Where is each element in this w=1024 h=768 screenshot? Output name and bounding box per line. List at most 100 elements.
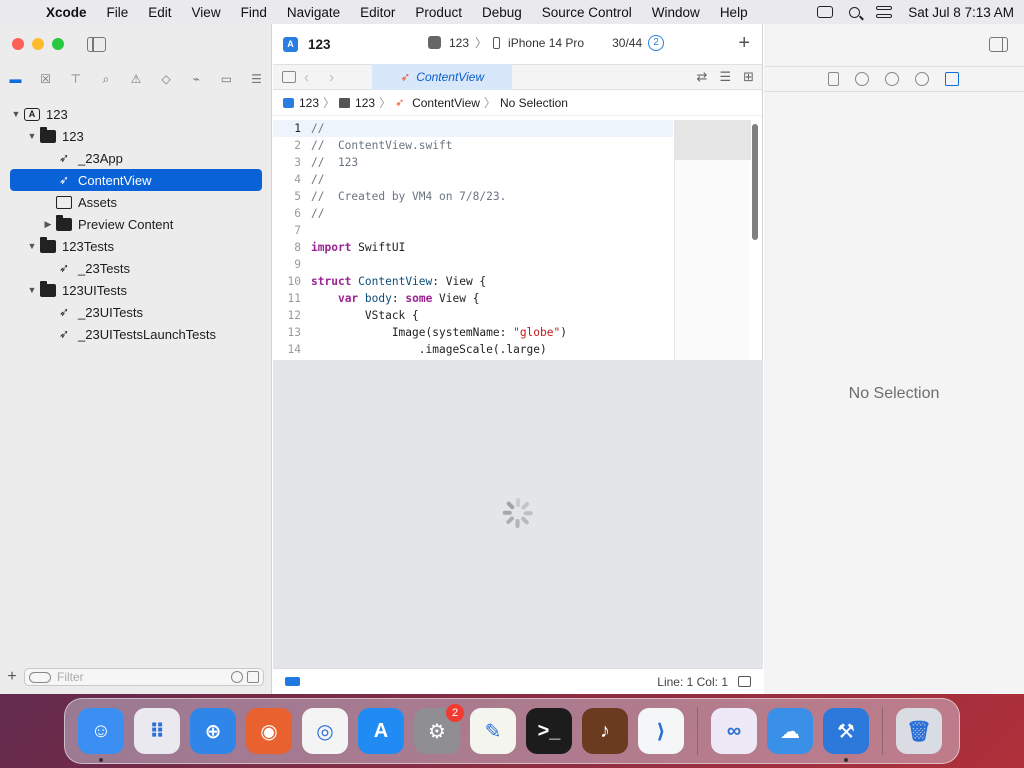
disclosure-chevron-icon[interactable]: ▶ — [42, 219, 54, 230]
menu-source-control[interactable]: Source Control — [542, 5, 632, 20]
launchpad-icon[interactable]: ⠿ — [134, 708, 180, 754]
menu-file[interactable]: File — [107, 5, 129, 20]
textedit-icon[interactable]: ✎ — [470, 708, 516, 754]
disclosure-chevron-icon[interactable]: ▼ — [26, 285, 38, 295]
breakpoint-navigator-icon[interactable]: ▭ — [219, 72, 234, 87]
safari-icon[interactable]: ⊕ — [190, 708, 236, 754]
terminal-icon[interactable]: >_ — [526, 708, 572, 754]
issues-badge[interactable]: 2 — [648, 34, 665, 51]
navigation-arrows-icon[interactable]: ‹ › — [304, 69, 342, 86]
menu-navigate[interactable]: Navigate — [287, 5, 340, 20]
minimap[interactable] — [674, 120, 751, 360]
sidebar-toggle-icon[interactable] — [87, 37, 106, 52]
menubar-clock[interactable]: Sat Jul 8 7:13 AM — [908, 5, 1014, 20]
tree-item-label: _23Tests — [78, 260, 131, 276]
screen-mirroring-icon[interactable] — [817, 6, 834, 18]
menu-product[interactable]: Product — [415, 5, 462, 20]
menu-window[interactable]: Window — [652, 5, 700, 20]
scheme-selector[interactable]: 123 〉 iPhone 14 Pro 30/44 2 — [428, 34, 665, 51]
navigator-filter-field[interactable]: Filter — [24, 668, 264, 686]
tree-item[interactable]: ▶ Preview Content — [10, 213, 262, 235]
disclosure-chevron-icon[interactable]: ▼ — [26, 131, 38, 141]
jumpbar-group[interactable]: 123 — [355, 96, 375, 110]
history-inspector-icon[interactable] — [855, 72, 869, 86]
xcode-icon[interactable]: ⚒ — [823, 708, 869, 762]
recent-files-filter-icon[interactable] — [231, 671, 243, 683]
chrome-icon[interactable]: ◎ — [302, 708, 348, 754]
disclosure-chevron-icon[interactable]: ▼ — [26, 241, 38, 251]
jumpbar-file[interactable]: ContentView — [412, 96, 480, 110]
menu-edit[interactable]: Edit — [148, 5, 171, 20]
code-line[interactable]: 1 // — [273, 120, 673, 137]
add-file-button[interactable]: + — [0, 668, 24, 686]
tree-item[interactable]: ➶ _23App — [10, 147, 262, 169]
minimize-window-button[interactable] — [32, 38, 44, 50]
tree-item[interactable]: ▼ A 123 — [10, 103, 262, 125]
tab-contentview[interactable]: ➶ ContentView — [372, 64, 513, 90]
firefox-icon[interactable]: ◉ — [246, 708, 292, 754]
menu-editor[interactable]: Editor — [360, 5, 395, 20]
modified-files-filter-icon[interactable] — [247, 671, 259, 683]
project-navigator-icon[interactable]: ▬ — [8, 72, 23, 87]
scheme-name[interactable]: 123 — [449, 36, 469, 50]
tree-item[interactable]: ▼ 123UITests — [10, 279, 262, 301]
spinner-segment — [520, 501, 530, 510]
tree-item[interactable]: ➶ ContentView — [10, 169, 262, 191]
code-token: // — [311, 207, 325, 220]
line-number: 3 — [294, 156, 301, 169]
jumpbar-project[interactable]: 123 — [299, 96, 319, 110]
menu-view[interactable]: View — [192, 5, 221, 20]
add-editor-icon[interactable]: ⊞ — [743, 69, 754, 85]
source-control-navigator-icon[interactable]: ☒ — [38, 72, 53, 87]
swap-icon[interactable]: ⇄ — [697, 69, 708, 85]
accessibility-inspector-icon[interactable] — [915, 72, 929, 86]
visual-studio-icon[interactable]: ∞ — [711, 708, 757, 754]
library-add-button[interactable]: + — [738, 32, 750, 55]
editor-options-icon[interactable]: ☰ — [719, 69, 731, 85]
code-token: VStack { — [311, 309, 419, 322]
weather-icon[interactable]: ☁ — [767, 708, 813, 754]
control-center-icon[interactable] — [876, 6, 893, 18]
find-navigator-icon[interactable]: ⌕ — [98, 72, 113, 87]
disclosure-chevron-icon[interactable]: ▼ — [10, 109, 22, 119]
garageband-icon[interactable]: ♪ — [582, 708, 628, 754]
symbol-navigator-icon[interactable]: ⊤ — [68, 72, 83, 87]
swift-file-icon: ➶ — [58, 150, 70, 165]
spotlight-search-icon[interactable] — [849, 6, 861, 18]
vscode-icon[interactable]: ⟩ — [638, 708, 684, 754]
jumpbar-symbol[interactable]: No Selection — [500, 96, 568, 110]
debug-area-toggle-icon[interactable] — [285, 677, 300, 686]
tree-item[interactable]: ➶ _23Tests — [10, 257, 262, 279]
folder-icon — [40, 126, 56, 143]
report-navigator-icon[interactable]: ☰ — [249, 72, 264, 87]
attributes-inspector-icon[interactable] — [945, 72, 959, 86]
tree-item[interactable]: ➶ _23UITests — [10, 301, 262, 323]
trash-icon[interactable]: 🗑 — [896, 708, 942, 754]
debug-navigator-icon[interactable]: ⌁ — [189, 72, 204, 87]
menu-app-xcode[interactable]: Xcode — [46, 5, 87, 20]
menu-find[interactable]: Find — [241, 5, 267, 20]
test-navigator-icon[interactable]: ◇ — [159, 72, 174, 87]
tree-item[interactable]: ➶ _23UITestsLaunchTests — [10, 323, 262, 345]
menu-help[interactable]: Help — [720, 5, 748, 20]
close-window-button[interactable] — [12, 38, 24, 50]
system-settings-icon[interactable]: ⚙ 2 — [414, 704, 464, 754]
zoom-window-button[interactable] — [52, 38, 64, 50]
app-store-icon[interactable]: A — [358, 708, 404, 754]
minimap-visible-region[interactable] — [675, 120, 751, 160]
editor-scrollbar[interactable] — [752, 124, 758, 240]
finder-icon[interactable]: ☺ — [78, 708, 124, 762]
run-destination[interactable]: iPhone 14 Pro — [508, 36, 584, 50]
tree-item[interactable]: Assets — [10, 191, 262, 213]
issue-navigator-icon[interactable]: ⚠ — [129, 72, 144, 87]
inspector-toggle-icon[interactable] — [989, 37, 1008, 52]
tree-item[interactable]: ▼ 123 — [10, 125, 262, 147]
related-items-grid-icon[interactable] — [282, 71, 296, 83]
menu-debug[interactable]: Debug — [482, 5, 522, 20]
file-inspector-icon[interactable] — [828, 72, 839, 86]
filter-options-icon[interactable] — [29, 671, 51, 683]
tree-item[interactable]: ▼ 123Tests — [10, 235, 262, 257]
hide-debug-area-icon[interactable] — [738, 676, 751, 687]
quick-help-inspector-icon[interactable] — [885, 72, 899, 86]
